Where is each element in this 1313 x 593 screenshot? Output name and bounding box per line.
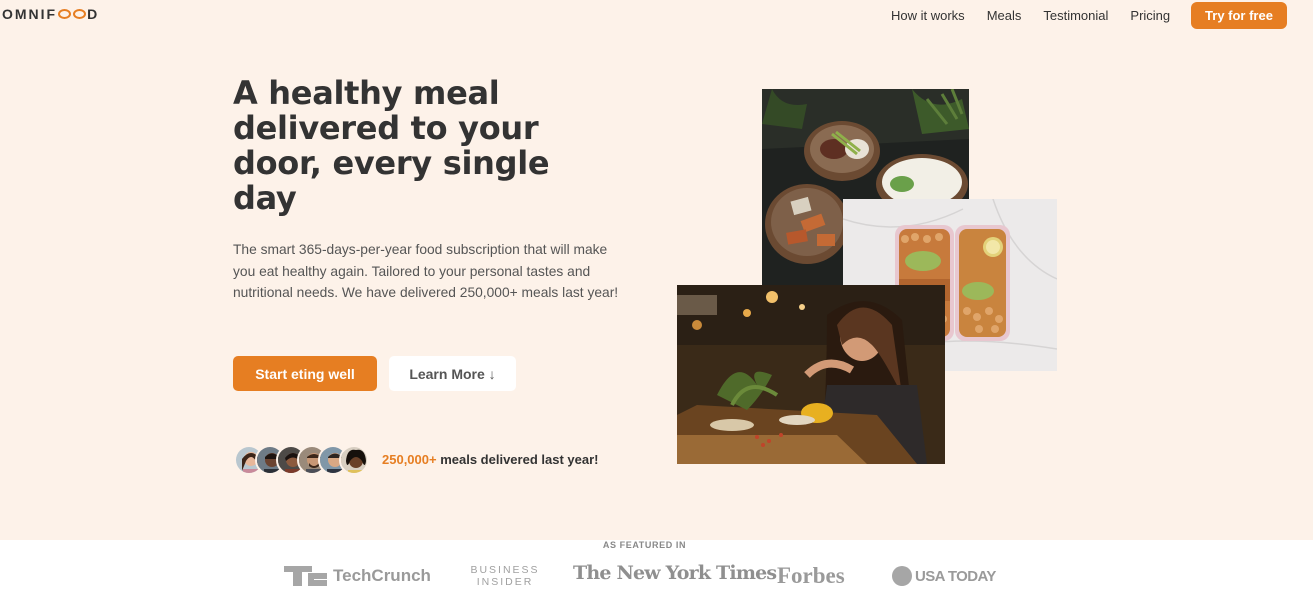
- business-insider-logo: BUSINESS INSIDER: [469, 564, 541, 588]
- logo-text-end: D: [87, 6, 100, 22]
- hero-title: A healthy meal delivered to your door, e…: [233, 74, 550, 217]
- nav-meals[interactable]: Meals: [987, 8, 1022, 23]
- meals-delivered-count: 250,000+: [382, 452, 437, 467]
- business-insider-line-1: BUSINESS: [470, 564, 540, 576]
- business-insider-line-2: INSIDER: [476, 576, 534, 588]
- featured-in-label: AS FEATURED IN: [602, 540, 687, 550]
- meals-delivered-stat: 250,000+ meals delivered last year!: [382, 452, 598, 467]
- hero-description: The smart 365-days-per-year food subscri…: [233, 242, 619, 300]
- new-york-times-logo: The New York Times: [573, 562, 777, 584]
- techcrunch-mark-icon: [284, 566, 327, 586]
- forbes-logo: Forbes: [777, 563, 845, 588]
- hero-section: [0, 0, 1313, 540]
- usa-today-dot-icon: [892, 566, 912, 586]
- usa-today-logo: USA TODAY: [892, 566, 996, 586]
- usa-today-wordmark: USA TODAY: [915, 567, 996, 585]
- logo-text-start: OMNIF: [2, 6, 58, 22]
- techcrunch-wordmark: TechCrunch: [333, 566, 431, 585]
- techcrunch-logo: TechCrunch: [284, 566, 431, 586]
- try-for-free-button[interactable]: Try for free: [1191, 2, 1287, 29]
- avatar: [339, 445, 369, 475]
- nav-how-it-works[interactable]: How it works: [891, 8, 965, 23]
- hero-image-woman-eating: [677, 285, 945, 464]
- nav-testimonial[interactable]: Testimonial: [1043, 8, 1108, 23]
- customer-avatars: [234, 445, 369, 475]
- logo-ring-icon: [58, 9, 72, 19]
- meals-delivered-text: meals delivered last year!: [436, 452, 599, 467]
- nav-pricing[interactable]: Pricing: [1130, 8, 1170, 23]
- start-eating-well-button[interactable]: Start eting well: [233, 356, 377, 391]
- main-nav: How it works Meals Testimonial Pricing: [880, 8, 1181, 23]
- omnifood-logo[interactable]: OMNIF D: [2, 6, 99, 22]
- logo-ring-icon: [73, 9, 87, 19]
- learn-more-button[interactable]: Learn More ↓: [389, 356, 516, 391]
